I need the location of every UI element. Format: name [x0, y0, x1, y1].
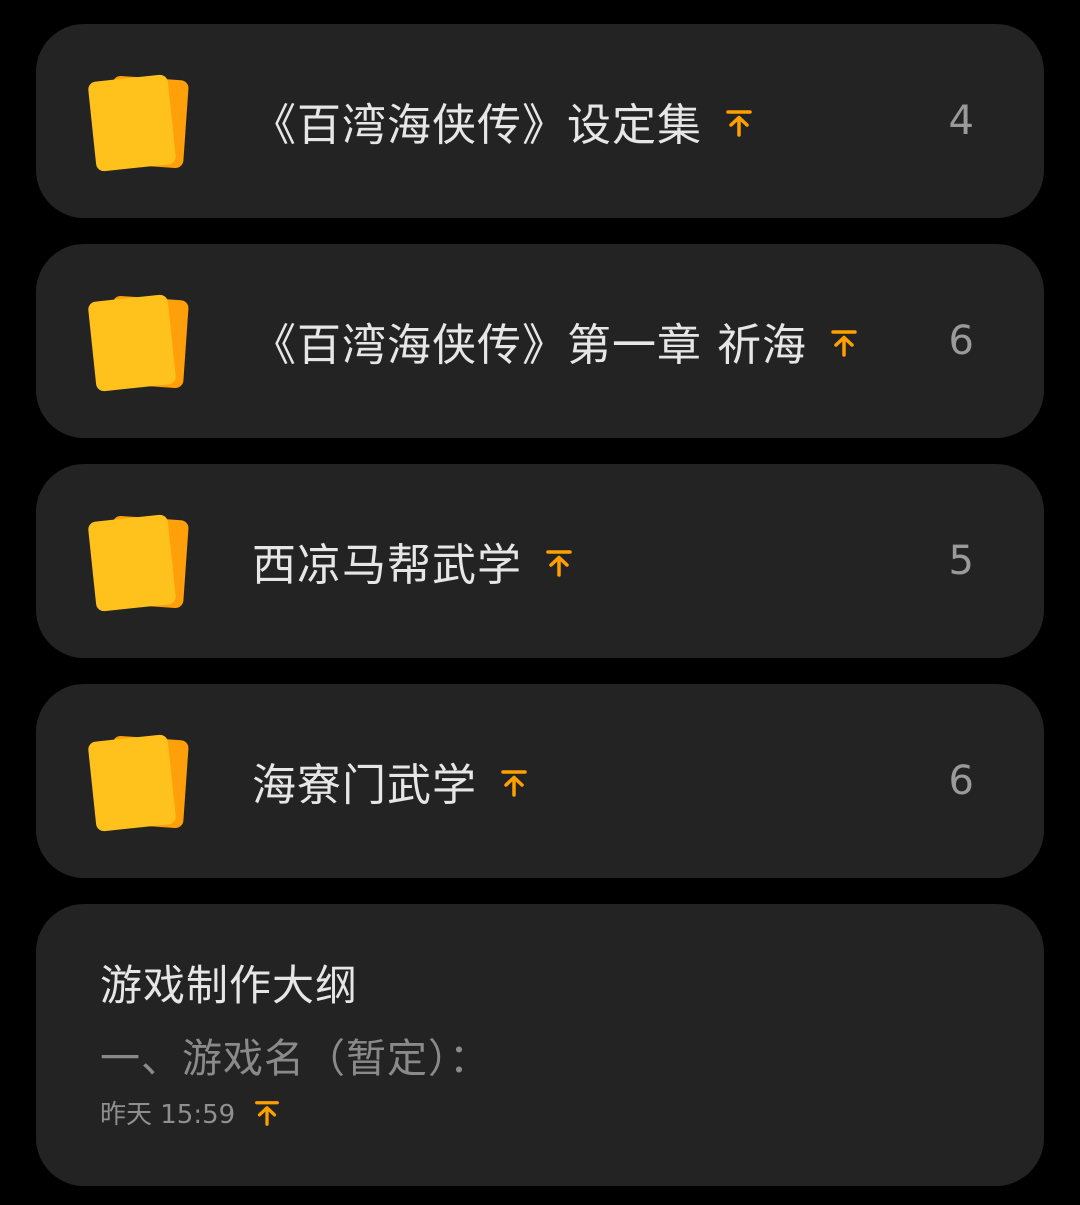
folder-stack-icon — [88, 74, 189, 172]
note-title: 游戏制作大纲 — [100, 961, 359, 1010]
folder-count: 4 — [948, 98, 974, 144]
note-meta: 昨天 15:59 — [100, 1094, 281, 1131]
folder-title: 海寮门武学 — [252, 684, 529, 878]
pin-top-icon — [255, 1100, 280, 1126]
folder-title: 《百湾海侠传》第一章 祈海 — [252, 244, 859, 438]
pin-top-icon — [501, 770, 527, 797]
folder-title: 西凉马帮武学 — [252, 464, 574, 658]
note-item[interactable]: 游戏制作大纲 一、游戏名（暂定）： 昨天 15:59 — [36, 904, 1044, 1186]
folder-stack-icon — [88, 514, 189, 612]
note-snippet: 一、游戏名（暂定）： — [100, 1036, 490, 1082]
folder-item[interactable]: 《百湾海侠传》第一章 祈海 6 — [36, 244, 1044, 438]
folder-count: 6 — [948, 758, 974, 804]
pin-top-icon — [726, 110, 752, 137]
folder-stack-icon — [88, 734, 189, 832]
folder-item[interactable]: 海寮门武学 6 — [36, 684, 1044, 878]
folder-title: 《百湾海侠传》设定集 — [252, 24, 754, 218]
folder-item[interactable]: 《百湾海侠传》设定集 4 — [36, 24, 1044, 218]
note-timestamp: 昨天 15:59 — [100, 1100, 236, 1130]
folder-count: 6 — [948, 318, 974, 364]
pin-top-icon — [831, 330, 857, 357]
folder-count: 5 — [948, 538, 974, 584]
pin-top-icon — [546, 550, 572, 577]
folder-stack-icon — [88, 294, 189, 392]
folder-item[interactable]: 西凉马帮武学 5 — [36, 464, 1044, 658]
notes-list: 《百湾海侠传》设定集 4 《百湾海侠传》第一章 祈海 6 西凉马帮武学 5 海寮… — [36, 24, 1044, 1186]
